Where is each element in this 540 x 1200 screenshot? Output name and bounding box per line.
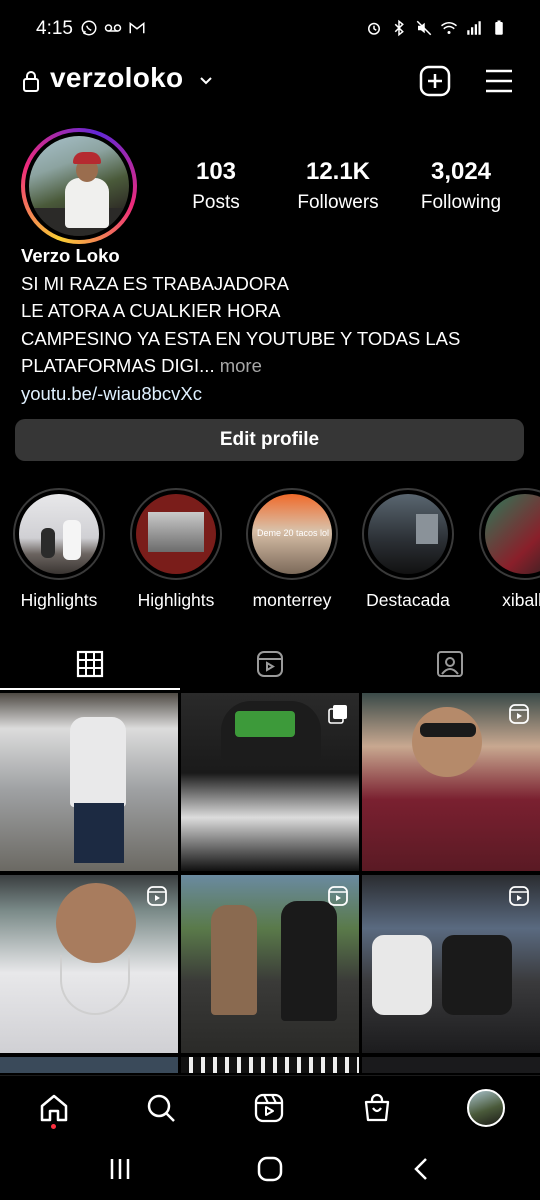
reel-icon (327, 885, 349, 907)
highlight-overlay-text: Deme 20 tacos lol (256, 528, 330, 538)
highlight-label: xibalb (502, 590, 540, 610)
grid-post[interactable] (362, 875, 540, 1053)
tab-tagged[interactable] (360, 636, 540, 692)
status-time: 4:15 (36, 18, 73, 39)
signal-icon (465, 19, 483, 37)
highlight-cover: Deme 20 tacos lol (252, 494, 332, 574)
bio-more-link[interactable]: more (215, 355, 262, 376)
highlight-item[interactable]: xibalb (470, 488, 540, 611)
following-stat[interactable]: 3,024 Following (396, 158, 526, 214)
profile-header: verzoloko (0, 55, 540, 107)
battery-icon (490, 19, 508, 37)
bottom-nav (0, 1075, 540, 1137)
status-right-icons (365, 19, 508, 37)
grid-post[interactable] (362, 693, 540, 871)
highlight-item[interactable]: Highlights (4, 488, 114, 611)
highlight-item[interactable]: Deme 20 tacos lol monterrey (237, 488, 347, 611)
highlight-cover (136, 494, 216, 574)
highlight-label: Highlights (137, 590, 215, 610)
highlight-label: Destacada (366, 590, 450, 610)
home-button[interactable] (250, 1155, 290, 1183)
nav-reels[interactable] (249, 1088, 289, 1128)
status-bar: 4:15 (0, 0, 540, 60)
grid-post[interactable] (181, 693, 359, 871)
following-label: Following (420, 192, 502, 213)
bio-line: PLATAFORMAS DIGI... (21, 355, 215, 376)
tab-reels[interactable] (180, 636, 360, 692)
grid-post[interactable] (0, 875, 178, 1053)
menu-icon[interactable] (484, 67, 514, 95)
followers-count: 12.1K (305, 158, 371, 185)
reel-icon (508, 885, 530, 907)
grid-post[interactable] (0, 693, 178, 871)
back-button[interactable] (402, 1155, 442, 1183)
highlight-cover (368, 494, 448, 574)
highlight-cover (19, 494, 99, 574)
chevron-down-icon[interactable] (198, 72, 214, 88)
status-left-icons (80, 19, 146, 37)
nav-shop[interactable] (357, 1088, 397, 1128)
avatar-photo (29, 136, 129, 236)
bio-link[interactable]: youtu.be/-wiau8bcvXc (21, 380, 521, 408)
bio-line: CAMPESINO YA ESTA EN YOUTUBE Y TODAS LAS (21, 327, 461, 349)
recent-apps-button[interactable] (100, 1155, 140, 1183)
reel-icon (146, 885, 168, 907)
back-icon (414, 1158, 427, 1180)
reel-icon (508, 703, 530, 725)
nav-search[interactable] (141, 1088, 181, 1128)
lock-icon (22, 70, 40, 92)
grid-icon (76, 650, 104, 678)
recent-apps-icon (110, 1159, 130, 1179)
active-tab-indicator (0, 688, 180, 690)
highlight-item[interactable]: Highlights (121, 488, 231, 611)
grid-post[interactable] (181, 1057, 359, 1073)
alarm-icon (365, 19, 383, 37)
nav-profile[interactable] (466, 1088, 506, 1128)
posts-count: 103 (195, 158, 237, 185)
followers-stat[interactable]: 12.1K Followers (273, 158, 403, 214)
nav-home[interactable] (34, 1088, 74, 1128)
grid-post[interactable] (362, 1057, 540, 1073)
followers-label: Followers (297, 192, 379, 213)
highlight-item[interactable]: Destacada (353, 488, 463, 611)
display-name: Verzo Loko (21, 245, 120, 266)
grid-post[interactable] (181, 875, 359, 1053)
multi-photo-icon (327, 703, 349, 725)
tab-posts-grid[interactable] (0, 636, 180, 692)
notification-dot (51, 1124, 56, 1129)
reels-icon (257, 651, 283, 677)
shop-icon (364, 1093, 390, 1122)
home-button-icon (257, 1156, 283, 1182)
bio-line-last: PLATAFORMAS DIGI... more (21, 352, 521, 380)
bio-line: LE ATORA A CUALKIER HORA (21, 300, 281, 321)
following-count: 3,024 (430, 158, 492, 185)
profile-tabs (0, 636, 540, 692)
gmail-icon (128, 19, 146, 37)
posts-stat[interactable]: 103 Posts (151, 158, 281, 214)
voicemail-icon (104, 19, 122, 37)
posts-label: Posts (192, 192, 240, 213)
bio-line: SI MI RAZA ES TRABAJADORA (21, 272, 289, 294)
reels-icon (254, 1093, 284, 1123)
story-highlights: Highlights Highlights Deme 20 tacos lol … (0, 488, 540, 618)
highlight-cover (485, 494, 540, 574)
mute-icon (415, 19, 433, 37)
posts-grid (0, 693, 540, 1073)
highlight-label: Highlights (20, 590, 98, 610)
username[interactable]: verzoloko (50, 62, 183, 94)
profile-avatar (467, 1089, 505, 1127)
tagged-icon (437, 651, 463, 677)
grid-post[interactable] (0, 1057, 178, 1073)
search-icon (147, 1094, 175, 1122)
profile-avatar[interactable] (21, 128, 137, 244)
bluetooth-icon (390, 19, 408, 37)
whatsapp-icon (80, 19, 98, 37)
profile-bio: Verzo Loko SI MI RAZA ES TRABAJADORA LE … (21, 242, 521, 407)
system-nav-bar (0, 1137, 540, 1200)
edit-profile-button[interactable]: Edit profile (15, 419, 524, 461)
new-post-icon[interactable] (419, 65, 451, 97)
highlight-label: monterrey (252, 590, 332, 610)
wifi-icon (440, 19, 458, 37)
home-icon (40, 1094, 68, 1122)
